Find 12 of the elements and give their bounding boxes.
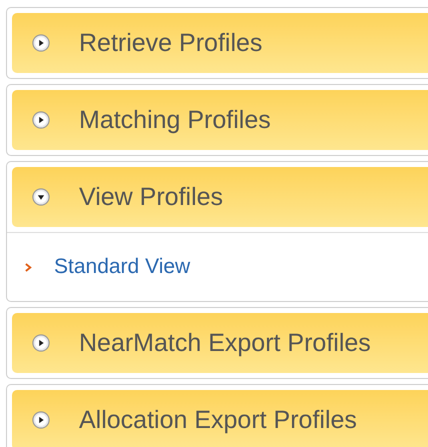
expand-icon xyxy=(32,111,50,129)
standard-view-link[interactable]: Standard View xyxy=(54,255,190,279)
expand-icon xyxy=(32,334,50,352)
accordion-header[interactable]: Matching Profiles xyxy=(12,90,428,150)
accordion-header[interactable]: View Profiles xyxy=(12,167,428,227)
expand-icon xyxy=(32,411,50,429)
accordion-header[interactable]: Allocation Export Profiles xyxy=(12,390,428,447)
chevron-icon xyxy=(25,262,32,272)
expand-icon xyxy=(32,34,50,52)
collapse-icon xyxy=(32,188,50,206)
accordion-header[interactable]: NearMatch Export Profiles xyxy=(12,313,428,373)
accordion-header[interactable]: Retrieve Profiles xyxy=(12,13,428,73)
